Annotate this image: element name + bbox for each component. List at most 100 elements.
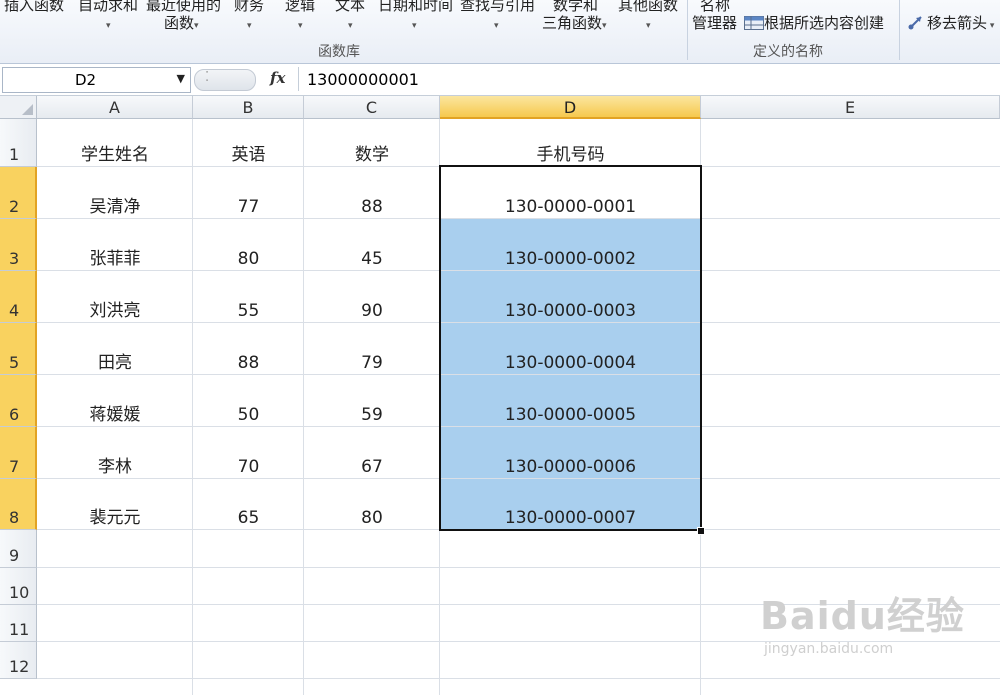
cell-text: 手机号码 [536, 145, 605, 165]
cell-name[interactable]: 田亮 [37, 323, 193, 375]
table-grid-icon [744, 16, 764, 30]
function-library-label: 函数库 [318, 44, 360, 60]
ribbon-separator-2 [899, 0, 900, 60]
cell-text: 65 [237, 508, 260, 528]
create-from-selection-button[interactable]: 根据所选内容创建 [744, 14, 884, 32]
row-header-11[interactable]: 11 [0, 605, 37, 642]
cell-math[interactable]: 90 [304, 271, 440, 323]
cell-text: 蒋媛媛 [89, 405, 141, 425]
row-number: 5 [9, 353, 20, 372]
cell-english[interactable]: 88 [193, 323, 304, 375]
cell-english[interactable]: 77 [193, 167, 304, 219]
row-number: 8 [9, 508, 20, 527]
row-number: 11 [9, 620, 30, 639]
ribbon: 插入函数 自动求和 ▾ 最近使用的 函数▾ 财务 ▾ 逻辑 ▾ 文本 ▾ 日期和时间 ▾ 查… [0, 0, 1000, 64]
formula-controls: ⁚ fx [192, 67, 292, 91]
dropdown-arrow-icon[interactable]: ▼ [177, 72, 185, 85]
cell-english[interactable]: 80 [193, 219, 304, 271]
remove-arrows-icon [908, 16, 922, 30]
cell-text: 77 [237, 197, 260, 217]
logical-button[interactable]: 逻辑 ▾ [285, 0, 315, 35]
cell-english[interactable]: 50 [193, 375, 304, 427]
row-header-1[interactable]: 1 [0, 119, 37, 167]
header-cell-a[interactable]: 学生姓名 [37, 119, 193, 167]
watermark-url: jingyan.baidu.com [764, 641, 894, 657]
cell-text: 李林 [98, 457, 132, 477]
autosum-button[interactable]: 自动求和 ▾ [78, 0, 138, 35]
column-header-d[interactable]: D [440, 96, 701, 119]
row-header-3[interactable]: 3 [0, 219, 37, 271]
cell-math[interactable]: 45 [304, 219, 440, 271]
header-cell-b[interactable]: 英语 [193, 119, 304, 167]
cell-english[interactable]: 70 [193, 427, 304, 479]
cell-text: 80 [361, 508, 383, 528]
cell-math[interactable]: 79 [304, 323, 440, 375]
row-header-7[interactable]: 7 [0, 427, 37, 479]
cell-text: 90 [361, 301, 383, 321]
header-cell-c[interactable]: 数学 [304, 119, 440, 167]
row-gridline [37, 678, 1000, 679]
recently-used-button[interactable]: 最近使用的 函数▾ [146, 0, 221, 35]
cell-name[interactable]: 蒋媛媛 [37, 375, 193, 427]
cell-text: 80 [237, 249, 260, 269]
column-header-a[interactable]: A [37, 96, 193, 119]
name-manager-button[interactable]: 名称 管理器 [692, 0, 737, 32]
column-header-c[interactable]: C [304, 96, 440, 119]
insert-function-icon[interactable]: fx [270, 69, 285, 87]
cell-english[interactable]: 65 [193, 479, 304, 530]
text-button[interactable]: 文本 ▾ [335, 0, 365, 35]
cell-name[interactable]: 李林 [37, 427, 193, 479]
column-header-e[interactable]: E [701, 96, 1000, 119]
remove-arrows-button[interactable]: 移去箭头 ▾ [907, 14, 994, 35]
cell-math[interactable]: 59 [304, 375, 440, 427]
row-number: 10 [9, 583, 30, 602]
cell-name[interactable]: 裴元元 [37, 479, 193, 530]
row-header-8[interactable]: 8 [0, 479, 37, 530]
cell-text: 吴清净 [89, 197, 141, 217]
row-header-9[interactable]: 9 [0, 530, 37, 568]
cell-text: 55 [237, 301, 260, 321]
cell-text: 裴元元 [89, 508, 141, 528]
column-header-b[interactable]: B [193, 96, 304, 119]
row-number: 1 [9, 145, 20, 164]
row-header-4[interactable]: 4 [0, 271, 37, 323]
cell-text: 67 [361, 457, 383, 477]
cell-math[interactable]: 88 [304, 167, 440, 219]
cell-english[interactable]: 55 [193, 271, 304, 323]
header-cell-d[interactable]: 手机号码 [440, 119, 701, 167]
formula-input[interactable]: 13000000001 [298, 67, 1000, 91]
cell-math[interactable]: 80 [304, 479, 440, 530]
row-gridline [37, 567, 1000, 568]
row-header-6[interactable]: 6 [0, 375, 37, 427]
row-header-2[interactable]: 2 [0, 167, 37, 219]
formula-expander[interactable]: ⁚ [194, 69, 256, 91]
financial-button[interactable]: 财务 ▾ [234, 0, 264, 35]
cell-name[interactable]: 刘洪亮 [37, 271, 193, 323]
fill-handle[interactable] [697, 527, 705, 535]
formula-bar: D2 ▼ ⁚ fx 13000000001 [0, 64, 1000, 96]
datetime-button[interactable]: 日期和时间 ▾ [378, 0, 453, 35]
cell-text: 45 [361, 249, 383, 269]
cell-name[interactable]: 张菲菲 [37, 219, 193, 271]
cell-text: 88 [237, 353, 260, 373]
name-box[interactable]: D2 ▼ [2, 67, 191, 93]
cell-math[interactable]: 67 [304, 427, 440, 479]
insert-function-button[interactable]: 插入函数 [4, 0, 64, 14]
cell-text: 张菲菲 [89, 249, 141, 269]
cell-text: 刘洪亮 [89, 301, 141, 321]
more-functions-button[interactable]: 其他函数 ▾ [618, 0, 678, 35]
row-number: 12 [9, 657, 30, 676]
name-box-value: D2 [75, 71, 97, 89]
row-header-5[interactable]: 5 [0, 323, 37, 375]
row-header-10[interactable]: 10 [0, 568, 37, 605]
select-all-button[interactable] [0, 96, 37, 119]
baidu-watermark: Baidu经验 jingyan.baidu.com [760, 585, 965, 657]
lookup-button[interactable]: 查找与引用 ▾ [460, 0, 535, 35]
cell-name[interactable]: 吴清净 [37, 167, 193, 219]
cell-text: 学生姓名 [81, 145, 149, 165]
cell-text: 70 [237, 457, 260, 477]
row-number: 2 [9, 197, 20, 216]
row-header-12[interactable]: 12 [0, 642, 37, 679]
row-number: 9 [9, 546, 20, 565]
math-trig-button[interactable]: 数学和 三角函数▾ [542, 0, 607, 35]
